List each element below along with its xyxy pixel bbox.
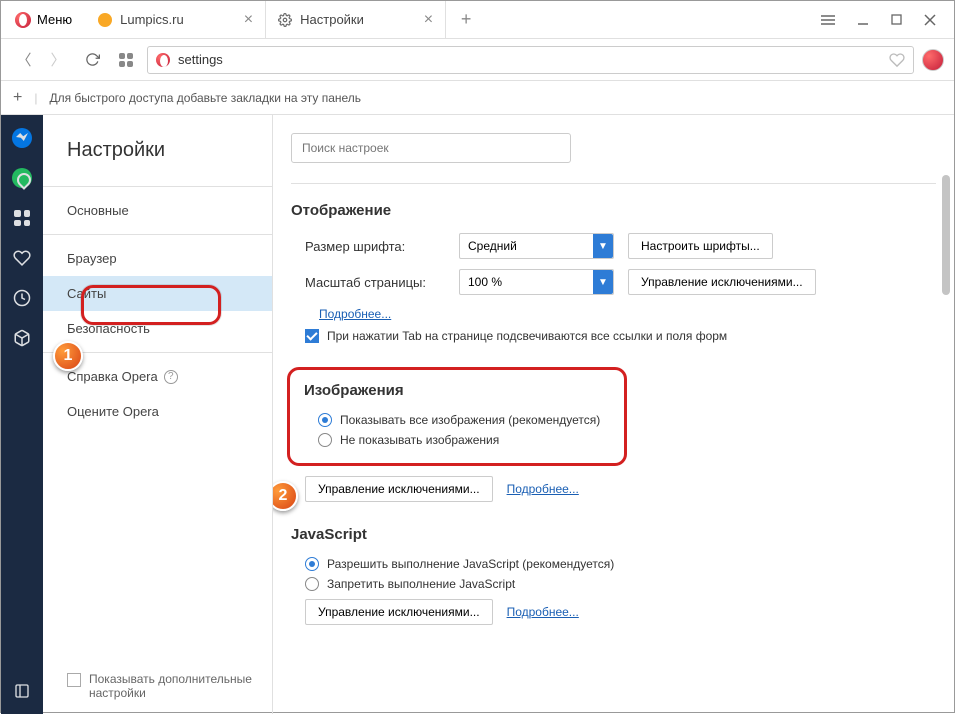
sidebar-item-sites[interactable]: Сайты	[43, 276, 272, 311]
images-more-link[interactable]: Подробнее...	[507, 482, 579, 496]
profile-button[interactable]	[922, 49, 944, 71]
extensions-cube-icon[interactable]	[11, 327, 33, 349]
display-more-link[interactable]: Подробнее...	[319, 307, 391, 321]
sidebar-item-browser[interactable]: Браузер	[43, 241, 272, 276]
scrollbar[interactable]	[940, 129, 950, 700]
window-menu-icon[interactable]	[821, 14, 835, 26]
speed-dial-grid-icon[interactable]	[11, 207, 33, 229]
tab-highlight-checkbox[interactable]: При нажатии Tab на странице подсвечивают…	[291, 329, 936, 343]
messenger-icon[interactable]	[11, 127, 33, 149]
section-title-display: Отображение	[291, 202, 936, 219]
tab-label: Lumpics.ru	[120, 12, 184, 27]
lumpics-favicon-icon	[98, 13, 112, 27]
radio-icon	[318, 433, 332, 447]
bookmarks-heart-icon[interactable]	[11, 247, 33, 269]
menu-button[interactable]: Меню	[1, 1, 86, 38]
radio-checked-icon	[305, 557, 319, 571]
whatsapp-icon[interactable]	[11, 167, 33, 189]
radio-icon	[305, 577, 319, 591]
address-input[interactable]	[178, 52, 881, 67]
checkbox-icon	[67, 673, 81, 687]
tab-label: Настройки	[300, 12, 364, 27]
chevron-down-icon: ▼	[593, 234, 613, 258]
search-settings-input[interactable]	[291, 133, 571, 163]
chevron-down-icon: ▼	[593, 270, 613, 294]
main-area: Настройки Основные Браузер Сайты Безопас…	[1, 115, 954, 714]
zoom-label: Масштаб страницы:	[305, 275, 445, 290]
minimize-icon[interactable]	[857, 14, 869, 26]
sidebar-item-security[interactable]: Безопасность	[43, 311, 272, 346]
section-title-javascript: JavaScript	[291, 526, 936, 543]
tab-settings[interactable]: Настройки ×	[266, 1, 446, 38]
reload-button[interactable]	[79, 47, 105, 73]
annotation-badge-2: 2	[273, 481, 298, 511]
section-display: Отображение Размер шрифта: Средний ▼ Нас…	[291, 202, 936, 343]
show-advanced-checkbox[interactable]: Показывать дополнительные настройки	[67, 672, 260, 700]
menu-label: Меню	[37, 12, 72, 27]
address-bar[interactable]	[147, 46, 914, 74]
back-button[interactable]: 〈	[11, 47, 37, 73]
sidebar-item-rate[interactable]: Оцените Opera	[43, 394, 272, 429]
history-clock-icon[interactable]	[11, 287, 33, 309]
zoom-select[interactable]: 100 % ▼	[459, 269, 614, 295]
font-size-label: Размер шрифта:	[305, 239, 445, 254]
opera-o-icon	[156, 53, 170, 67]
highlight-images-section: Изображения Показывать все изображения (…	[287, 367, 627, 466]
annotation-badge-1: 1	[53, 341, 83, 371]
js-deny-radio[interactable]: Запретить выполнение JavaScript	[291, 577, 936, 591]
tab-lumpics[interactable]: Lumpics.ru ×	[86, 1, 266, 38]
images-hide-radio[interactable]: Не показывать изображения	[304, 433, 610, 447]
forward-button[interactable]: 〉	[45, 47, 71, 73]
images-exceptions-button[interactable]: Управление исключениями...	[305, 476, 493, 502]
section-title-images: Изображения	[304, 382, 610, 399]
address-row: 〈 〉	[1, 39, 954, 81]
sidebar-toggle-icon[interactable]	[11, 680, 33, 702]
titlebar: Меню Lumpics.ru × Настройки × +	[1, 1, 954, 39]
section-javascript: JavaScript Разрешить выполнение JavaScri…	[291, 526, 936, 625]
speed-dial-button[interactable]	[113, 47, 139, 73]
radio-checked-icon	[318, 413, 332, 427]
tab-close-icon[interactable]: ×	[424, 11, 433, 29]
zoom-exceptions-button[interactable]: Управление исключениями...	[628, 269, 816, 295]
js-exceptions-button[interactable]: Управление исключениями...	[305, 599, 493, 625]
sidebar-title: Настройки	[43, 139, 272, 180]
configure-fonts-button[interactable]: Настроить шрифты...	[628, 233, 773, 259]
tab-strip: Lumpics.ru × Настройки × +	[86, 1, 803, 38]
close-window-icon[interactable]	[924, 14, 936, 26]
tab-close-icon[interactable]: ×	[244, 11, 253, 29]
bookmark-hint-text: Для быстрого доступа добавьте закладки н…	[49, 91, 361, 105]
settings-content: Отображение Размер шрифта: Средний ▼ Нас…	[273, 115, 954, 714]
tab-highlight-label: При нажатии Tab на странице подсвечивают…	[327, 329, 727, 343]
show-advanced-label: Показывать дополнительные настройки	[89, 672, 260, 700]
add-bookmark-button[interactable]: +	[13, 89, 22, 107]
new-tab-button[interactable]: +	[446, 1, 486, 38]
settings-sidebar: Настройки Основные Браузер Сайты Безопас…	[43, 115, 273, 714]
font-size-select[interactable]: Средний ▼	[459, 233, 614, 259]
help-icon: ?	[164, 370, 178, 384]
bookmark-bar: + | Для быстрого доступа добавьте заклад…	[1, 81, 954, 115]
js-more-link[interactable]: Подробнее...	[507, 605, 579, 619]
js-allow-radio[interactable]: Разрешить выполнение JavaScript (рекомен…	[291, 557, 936, 571]
opera-logo-icon	[15, 12, 31, 28]
gear-favicon-icon	[278, 13, 292, 27]
scrollbar-thumb[interactable]	[942, 175, 950, 295]
checkbox-checked-icon	[305, 329, 319, 343]
images-show-all-radio[interactable]: Показывать все изображения (рекомендуетс…	[304, 413, 610, 427]
bookmark-heart-icon[interactable]	[889, 52, 905, 68]
sidebar-item-basic[interactable]: Основные	[43, 193, 272, 228]
window-controls	[803, 1, 954, 38]
left-rail	[1, 115, 43, 714]
maximize-icon[interactable]	[891, 14, 902, 25]
